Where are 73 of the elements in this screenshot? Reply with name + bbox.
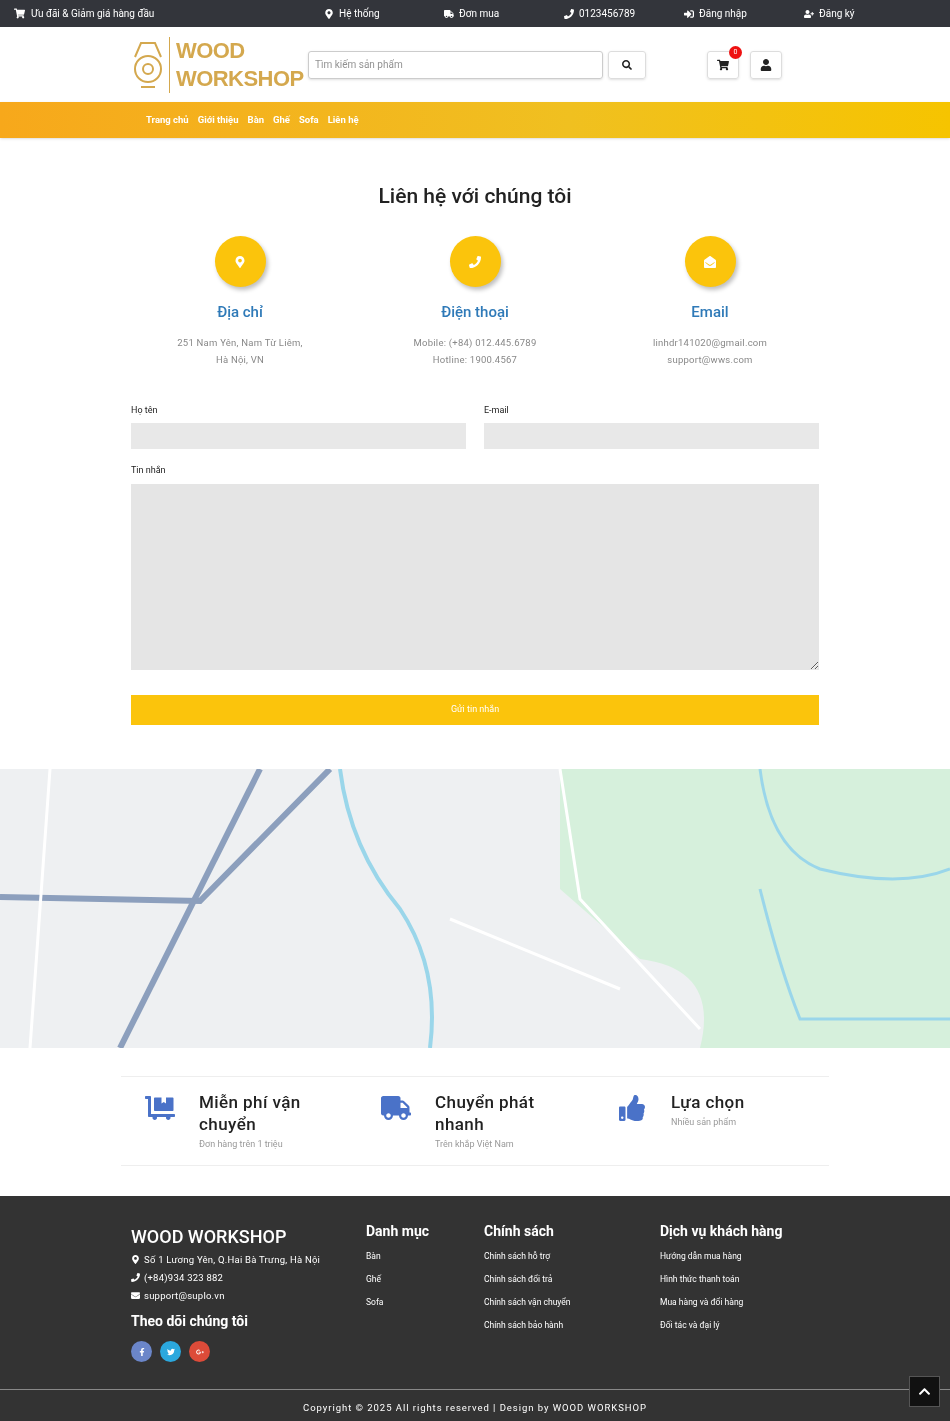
- follow-heading: Theo dõi chúng tôi: [131, 1312, 249, 1331]
- truck-icon: [381, 1094, 411, 1121]
- google-plus-icon[interactable]: [189, 1341, 210, 1362]
- contact-detail: 251 Nam Yên, Nam Từ Liêm,: [177, 335, 303, 350]
- footer-link[interactable]: Hướng dẫn mua hàng: [660, 1249, 810, 1263]
- field-label: Tin nhắn: [131, 464, 167, 477]
- feature-subtitle: Đơn hàng trên 1 triệu: [199, 1137, 284, 1151]
- footer-link[interactable]: Chính sách vận chuyển: [484, 1295, 660, 1309]
- phone-icon: [449, 236, 501, 287]
- footer-link[interactable]: Ghế: [366, 1272, 484, 1286]
- footer-column-title: Danh mục: [366, 1222, 431, 1240]
- footer-contact: Số 1 Lương Yên, Q.Hai Bà Trưng, Hà Nội: [144, 1253, 321, 1266]
- chevron-up-icon: [918, 1385, 931, 1398]
- pin-icon: [324, 8, 334, 19]
- envelope-icon: [684, 236, 736, 287]
- hand-truck-icon: [145, 1094, 175, 1121]
- contact-heading: Địa chỉ: [217, 302, 263, 323]
- contact-detail: support@wws.com: [666, 352, 754, 367]
- footer-column-title: Chính sách: [484, 1222, 555, 1240]
- footer-link[interactable]: Mua hàng và đổi hàng: [660, 1295, 810, 1309]
- cart-icon: [717, 58, 729, 71]
- footer-brand: WOOD WORKSHOP: [131, 1226, 288, 1248]
- page-title: Liên hệ với chúng tôi: [377, 183, 573, 210]
- footer-link[interactable]: Chính sách bảo hành: [484, 1318, 660, 1332]
- envelope-icon: [131, 1291, 140, 1300]
- twitter-icon[interactable]: [160, 1341, 181, 1362]
- cart-icon: [14, 8, 25, 19]
- feature-subtitle: Trên khắp Việt Nam: [435, 1137, 515, 1151]
- facebook-icon[interactable]: [131, 1341, 152, 1362]
- logo-text: WORKSHOP: [176, 64, 304, 93]
- thumbs-up-icon: [617, 1094, 647, 1121]
- top-bar-link[interactable]: Đơn mua: [444, 6, 564, 21]
- feature-title: Lựa chọn: [671, 1090, 746, 1113]
- pin-icon: [214, 236, 266, 287]
- search-icon: [622, 59, 632, 70]
- feature-subtitle: Nhiều sản phẩm: [671, 1115, 738, 1129]
- feature-title: Miễn phí vận chuyển: [199, 1090, 302, 1135]
- phone-icon: [564, 8, 574, 19]
- top-bar-link[interactable]: Hệ thống: [324, 6, 444, 21]
- feature-title: Chuyển phát nhanh: [435, 1090, 536, 1135]
- footer-link[interactable]: Chính sách đổi trả: [484, 1272, 660, 1286]
- footer-contact: support@suplo.vn: [144, 1289, 225, 1302]
- search-field[interactable]: Tìm kiếm sản phẩm: [308, 50, 603, 79]
- contact-detail: Hotline: 1900.4567: [431, 352, 519, 367]
- contact-heading: Email: [691, 302, 729, 323]
- footer-link[interactable]: Bàn: [366, 1249, 484, 1263]
- account-button[interactable]: [750, 50, 782, 79]
- user-plus-icon: [804, 8, 814, 19]
- top-bar-link[interactable]: Đăng nhập: [684, 6, 804, 21]
- scroll-to-top-button[interactable]: [909, 1376, 940, 1407]
- footer-link[interactable]: Sofa: [366, 1295, 484, 1309]
- login-icon: [684, 8, 694, 19]
- contact-detail: Hà Nội, VN: [214, 352, 266, 367]
- contact-detail: Mobile: (+84) 012.445.6789: [413, 335, 537, 350]
- footer-link[interactable]: Chính sách hỗ trợ: [484, 1249, 660, 1263]
- user-icon: [760, 58, 772, 71]
- footer-link[interactable]: Hình thức thanh toán: [660, 1272, 810, 1286]
- promo-text: Ưu đãi & Giảm giá hàng đầu: [31, 7, 155, 21]
- truck-icon: [444, 8, 454, 19]
- top-bar-link[interactable]: Đăng ký: [804, 6, 924, 21]
- search-button[interactable]: [608, 50, 646, 79]
- footer-contact: (+84)934 323 882: [144, 1271, 224, 1284]
- pin-icon: [131, 1255, 140, 1264]
- footer-column-title: Dịch vụ khách hàng: [660, 1222, 784, 1240]
- contact-heading: Điện thoại: [441, 302, 509, 323]
- contact-detail: linhdr141020@gmail.com: [652, 335, 768, 350]
- phone-icon: [131, 1273, 140, 1282]
- field-label: Họ tên: [131, 403, 159, 417]
- footer-link[interactable]: Đối tác và đại lý: [660, 1318, 810, 1332]
- field-label: E-mail: [484, 403, 510, 417]
- top-bar-link[interactable]: 0123456789: [564, 6, 684, 21]
- logo-text: WOOD: [176, 36, 246, 65]
- message-input-field[interactable]: [131, 483, 819, 670]
